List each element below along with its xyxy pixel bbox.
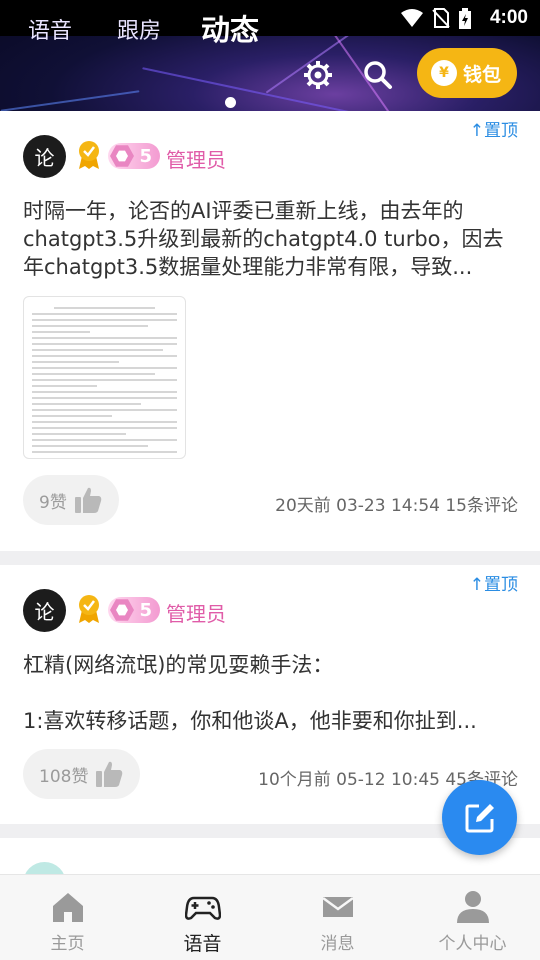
avatar[interactable]: 论: [23, 135, 66, 178]
post-meta: 20天前 03-23 14:54 15条评论: [275, 496, 518, 516]
wallet-label: 钱包: [463, 63, 502, 86]
level-number: 5: [139, 145, 152, 167]
decor-streak: [0, 90, 140, 111]
tab-follow-room[interactable]: 跟房: [117, 13, 161, 45]
status-time: 4:00: [489, 7, 528, 28]
bottom-nav-messages[interactable]: 消息: [270, 875, 405, 960]
post-line: 时隔一年，论否的AI评委已重新上线，由去年的: [23, 199, 464, 223]
bottom-nav-label: 个人中心: [438, 934, 507, 954]
post-text[interactable]: 杠精(网络流氓)的常见耍赖手法： 1:喜欢转移话题，你和他谈A，他非要和你扯到.…: [23, 651, 518, 735]
post-text[interactable]: 时隔一年，论否的AI评委已重新上线，由去年的 chatgpt3.5升级到最新的c…: [23, 197, 518, 281]
bottom-nav-voice[interactable]: 语音: [135, 875, 270, 960]
bottom-nav-label: 消息: [320, 934, 355, 954]
post-line: [23, 679, 518, 707]
like-button[interactable]: 108赞: [23, 749, 141, 799]
money-bag-icon: ¥: [431, 60, 457, 86]
active-tab-indicator: [225, 97, 236, 108]
post-line: 1:喜欢转移话题，你和他谈A，他非要和你扯到...: [23, 709, 477, 733]
post-line: chatgpt3.5升级到最新的chatgpt4.0 turbo，因去: [23, 227, 504, 251]
bottom-nav-home[interactable]: 主页: [0, 875, 135, 960]
medal-icon: [79, 595, 99, 623]
thumbs-up-icon: [96, 761, 123, 787]
pinned-label: ↑置顶: [469, 121, 518, 141]
settings-icon[interactable]: [303, 60, 333, 94]
thumbs-up-icon: [74, 487, 102, 513]
level-hex-icon: [110, 145, 134, 167]
post-image-thumbnail[interactable]: [23, 296, 186, 459]
post-line: 年chatgpt3.5数据量处理能力非常有限，导致...: [23, 255, 473, 279]
person-icon: [456, 891, 489, 923]
compose-button[interactable]: [442, 780, 517, 855]
level-badge: 5: [108, 597, 160, 623]
mail-icon: [321, 896, 354, 917]
home-icon: [52, 893, 83, 922]
edit-icon: [465, 803, 494, 832]
wallet-button[interactable]: ¥ 钱包: [417, 48, 517, 98]
top-header: 4:00 语音 跟房 动态 ¥ 钱包: [0, 0, 540, 111]
role-label: 管理员: [166, 602, 226, 626]
level-badge: 5: [108, 143, 160, 169]
like-button[interactable]: 9赞: [23, 475, 119, 525]
level-hex-icon: [110, 599, 134, 621]
bottom-nav-label: 主页: [50, 934, 85, 954]
wifi-icon: [400, 8, 424, 33]
search-icon[interactable]: [363, 60, 393, 94]
tab-moments[interactable]: 动态: [201, 7, 259, 49]
role-label: 管理员: [166, 148, 226, 172]
status-bar: 4:00: [0, 0, 540, 36]
level-number: 5: [139, 599, 152, 621]
post-card[interactable]: ↑置顶 论 5 管理员 时隔一年，论否的AI评委已重新上线，由去年的 chatg…: [0, 111, 540, 551]
post-line: 杠精(网络流氓)的常见耍赖手法：: [23, 653, 334, 677]
bottom-nav: 主页 语音 消息 个人中心: [0, 874, 540, 960]
gamepad-icon: [184, 896, 221, 920]
bottom-nav-label: 语音: [183, 933, 222, 955]
no-sim-icon: [432, 8, 450, 33]
pinned-label: ↑置顶: [469, 575, 518, 595]
like-count: 9赞: [39, 492, 67, 513]
battery-charging-icon: [458, 8, 472, 35]
bottom-nav-profile[interactable]: 个人中心: [405, 875, 540, 960]
like-count: 108赞: [39, 766, 89, 787]
medal-icon: [79, 141, 99, 169]
avatar[interactable]: 论: [23, 589, 66, 632]
tab-voice[interactable]: 语音: [28, 13, 72, 45]
